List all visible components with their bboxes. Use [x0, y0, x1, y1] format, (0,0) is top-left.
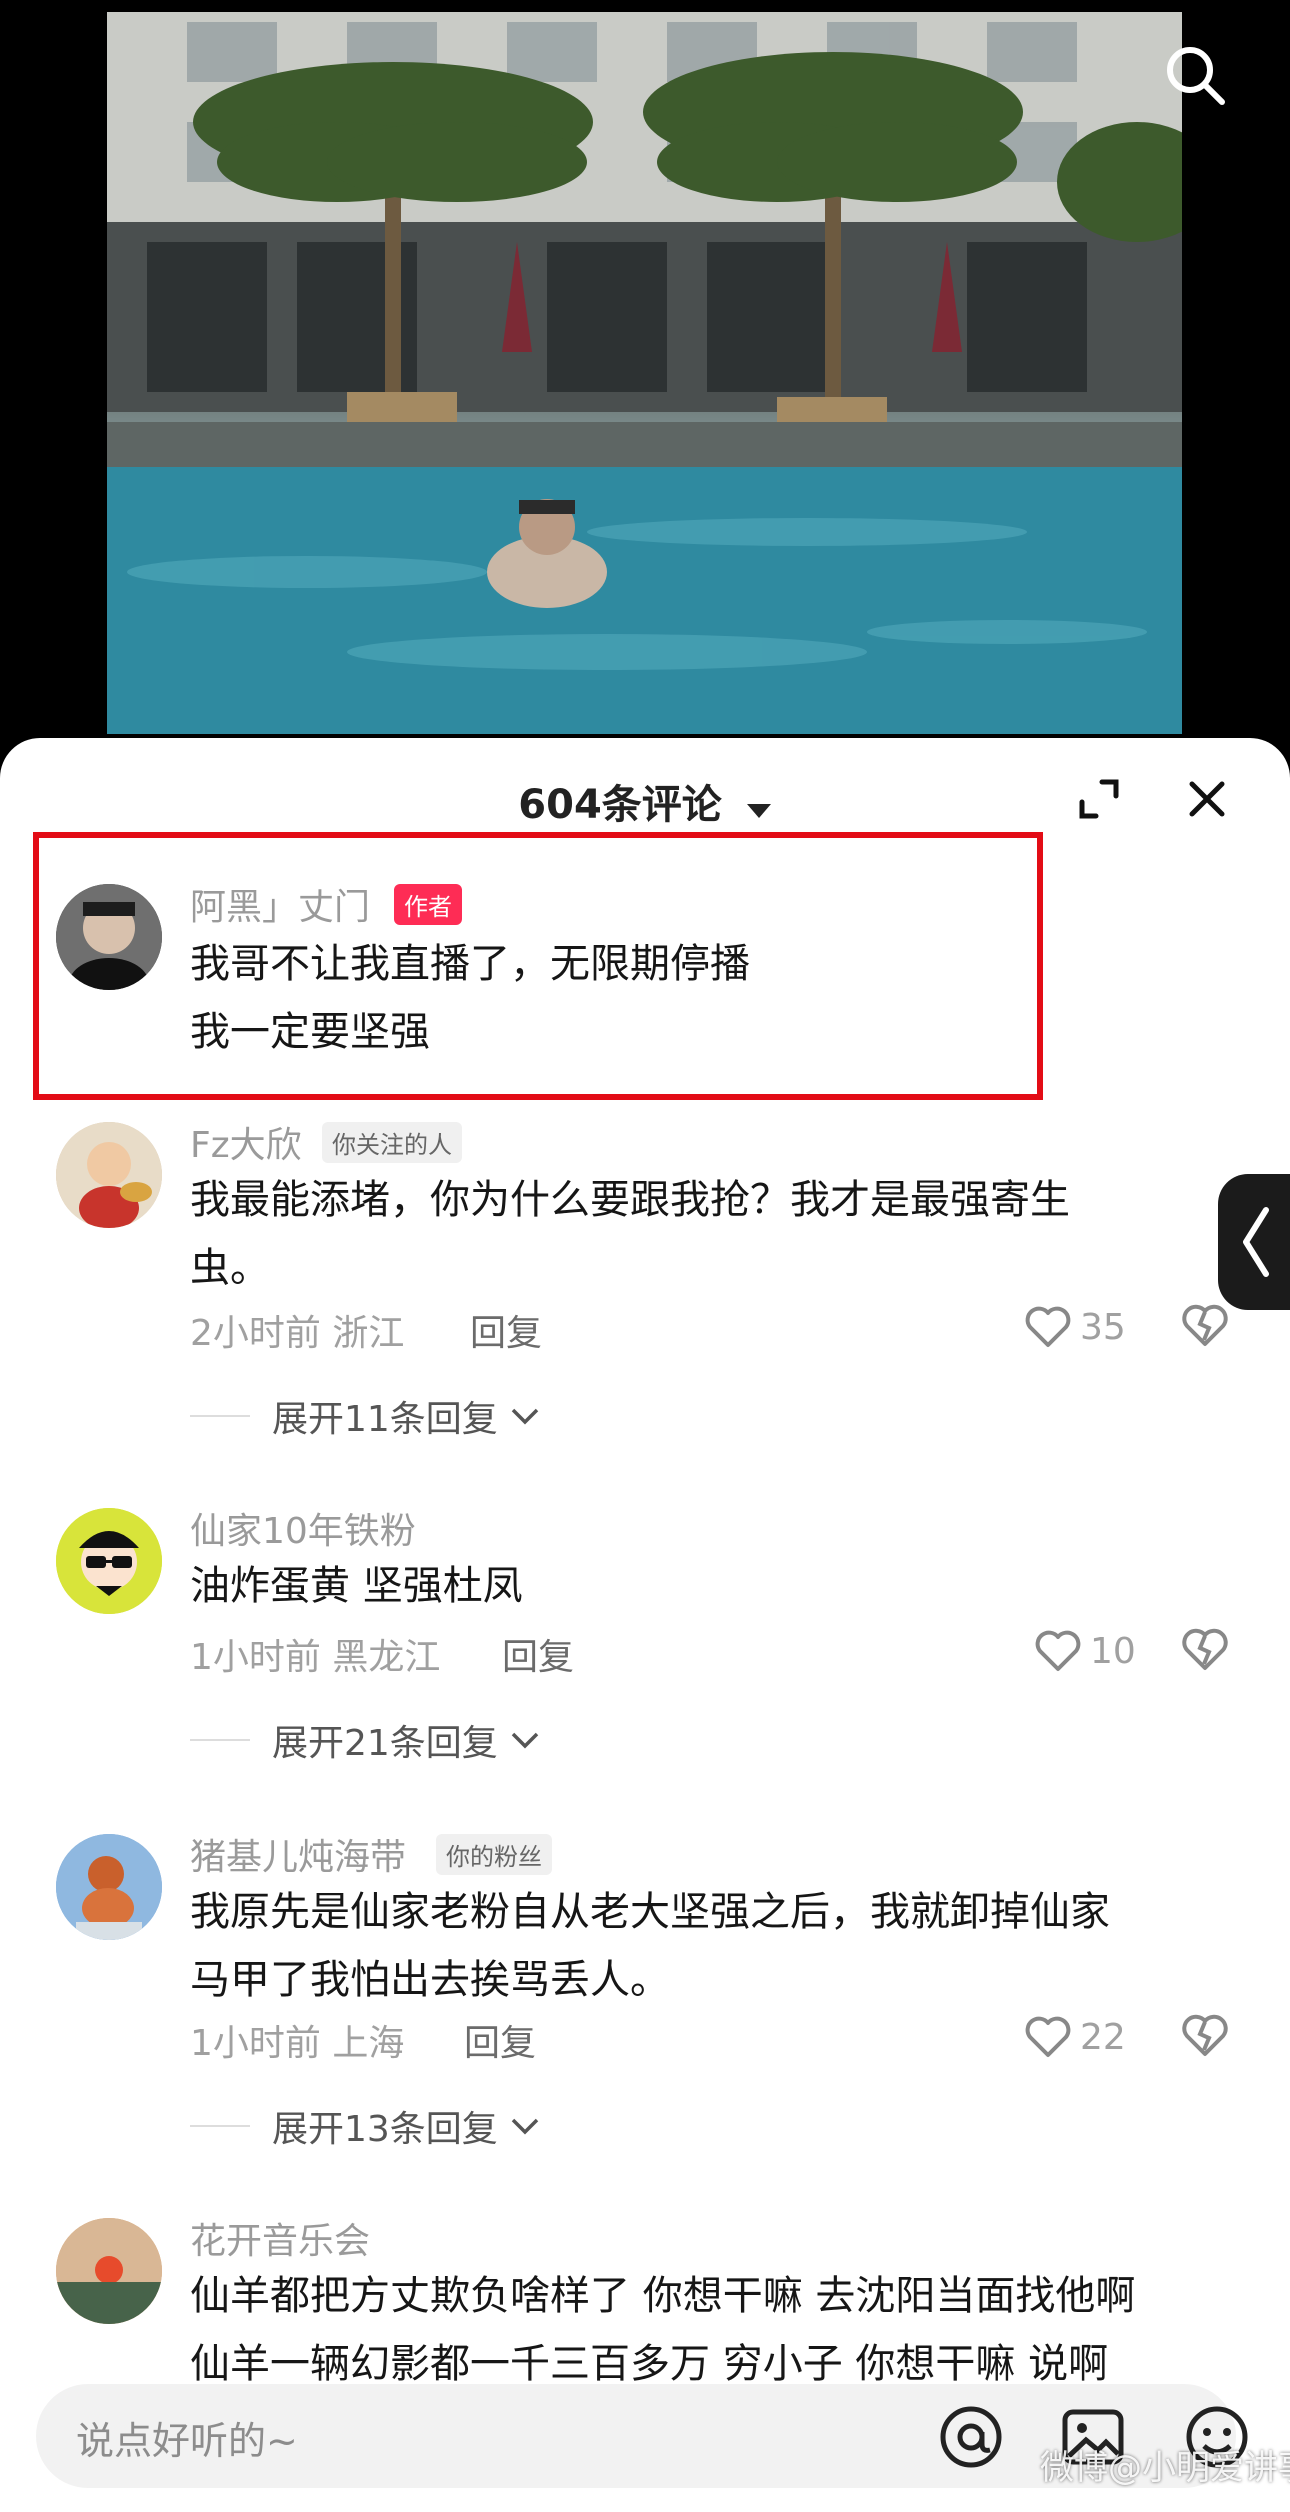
chevron-down-icon — [511, 2118, 539, 2135]
like-count: 22 — [1080, 2016, 1126, 2058]
like-button[interactable]: 10 — [1034, 1626, 1136, 1676]
avatar[interactable] — [56, 1834, 162, 1940]
expand-replies-label: 展开11条回复 — [272, 1399, 498, 1440]
like-count: 35 — [1080, 1306, 1126, 1348]
dislike-button[interactable] — [1180, 2012, 1230, 2062]
comment-input-placeholder[interactable]: 说点好听的~ — [76, 2410, 298, 2465]
expand-replies-label: 展开13条回复 — [272, 2109, 498, 2150]
fullscreen-button[interactable] — [1076, 776, 1122, 822]
comment-text[interactable]: 仙羊都把方丈欺负啥样了 你想干嘛 去沈阳当面找他啊 仙羊一辆幻影都一千三百多万 … — [190, 2262, 1190, 2398]
comment-meta: 1小时前 上海 — [190, 2023, 405, 2064]
comment-meta: 1小时前 黑龙江 — [190, 1637, 441, 1678]
comment-line: 我最能添堵，你为什么要跟我抢？我才是最强寄生 — [190, 1177, 1070, 1223]
expand-replies[interactable]: 展开13条回复 — [190, 2100, 540, 2152]
expand-replies-label: 展开21条回复 — [272, 1723, 498, 1764]
username[interactable]: Fz大欣 — [190, 1116, 302, 1168]
like-button[interactable]: 22 — [1024, 2012, 1126, 2062]
divider-line — [190, 2125, 250, 2127]
mention-button[interactable] — [936, 2402, 1006, 2472]
expand-replies[interactable]: 展开11条回复 — [190, 1390, 540, 1442]
comment-count: 604条评论 — [518, 782, 722, 828]
like-count: 10 — [1090, 1630, 1136, 1672]
expand-replies[interactable]: 展开21条回复 — [190, 1714, 540, 1766]
divider-line — [190, 1415, 250, 1417]
divider-line — [190, 1739, 250, 1741]
side-panel-toggle[interactable] — [1218, 1174, 1290, 1310]
comment-line: 油炸蛋黄 坚强杜凤 — [190, 1563, 523, 1609]
username[interactable]: 仙家10年铁粉 — [190, 1502, 416, 1554]
avatar[interactable] — [56, 2218, 162, 2324]
chevron-down-icon — [511, 1408, 539, 1425]
chevron-left-icon — [1243, 1207, 1269, 1277]
heart-icon — [1025, 2016, 1071, 2057]
comment-meta: 2小时前 浙江 — [190, 1313, 405, 1354]
broken-heart-icon — [1182, 2014, 1228, 2056]
relation-badge: 你的粉丝 — [436, 1834, 552, 1875]
watermark: 微博@小明爱讲事 — [1040, 2448, 1290, 2488]
reply-button[interactable]: 回复 — [502, 1628, 574, 1680]
reply-button[interactable]: 回复 — [464, 2014, 536, 2066]
heart-icon — [1025, 1306, 1071, 1347]
search-icon — [1167, 47, 1225, 105]
broken-heart-icon — [1182, 1628, 1228, 1670]
comment-text[interactable]: 我原先是仙家老粉自从老大坚强之后，我就卸掉仙家 马甲了我怕出去挨骂丢人。 — [190, 1878, 1190, 2014]
search-button[interactable] — [1160, 40, 1230, 110]
heart-icon — [1035, 1630, 1081, 1671]
comment-text[interactable]: 油炸蛋黄 坚强杜凤 — [190, 1552, 1190, 1620]
dislike-button[interactable] — [1180, 1626, 1230, 1676]
pool-photo — [107, 12, 1182, 734]
comment-line: 我原先是仙家老粉自从老大坚强之后，我就卸掉仙家 — [190, 1889, 1110, 1935]
relation-badge: 你关注的人 — [322, 1122, 462, 1163]
close-icon — [1189, 781, 1225, 817]
comment-line: 仙羊都把方丈欺负啥样了 你想干嘛 去沈阳当面找他啊 — [190, 2273, 1136, 2319]
highlight-box — [33, 832, 1043, 1100]
caret-down-icon — [746, 784, 772, 830]
avatar[interactable] — [56, 1508, 162, 1614]
video-preview[interactable] — [107, 12, 1182, 734]
close-button[interactable] — [1184, 776, 1230, 822]
at-icon — [940, 2406, 1002, 2468]
fullscreen-icon — [1079, 779, 1119, 819]
comment-line: 虫。 — [190, 1245, 270, 1291]
chevron-down-icon — [511, 1732, 539, 1749]
comment-line: 马甲了我怕出去挨骂丢人。 — [190, 1957, 670, 2003]
comment-text[interactable]: 我最能添堵，你为什么要跟我抢？我才是最强寄生 虫。 — [190, 1166, 1190, 1302]
avatar[interactable] — [56, 1122, 162, 1228]
username[interactable]: 花开音乐会 — [190, 2212, 370, 2264]
reply-button[interactable]: 回复 — [470, 1304, 542, 1356]
like-button[interactable]: 35 — [1024, 1302, 1126, 1352]
username[interactable]: 猪基儿炖海带 — [190, 1828, 406, 1880]
